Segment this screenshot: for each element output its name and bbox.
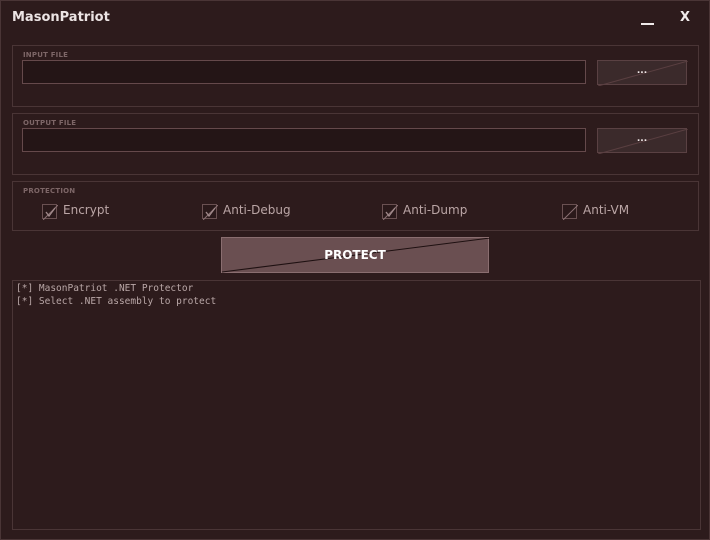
input-file-group: INPUT FILE ... bbox=[12, 45, 699, 107]
protect-button[interactable]: PROTECT bbox=[221, 237, 490, 273]
main-window: MasonPatriot X INPUT FILE ... OUTPUT FIL… bbox=[0, 0, 710, 540]
checkmark-icon bbox=[42, 204, 59, 221]
close-button[interactable]: X bbox=[672, 7, 698, 29]
log-line: [*] MasonPatriot .NET Protector bbox=[16, 283, 194, 294]
checkbox-anti-dump-label: Anti-Dump bbox=[403, 203, 468, 217]
checkmark-icon bbox=[382, 204, 399, 221]
protection-label: PROTECTION bbox=[23, 187, 76, 195]
checkbox-encrypt-label: Encrypt bbox=[63, 203, 110, 217]
input-file-path-field[interactable] bbox=[22, 60, 586, 84]
checkbox-diagonal-decoration bbox=[562, 204, 579, 221]
protect-button-label: PROTECT bbox=[324, 248, 386, 262]
input-file-browse-button[interactable]: ... bbox=[597, 60, 688, 86]
input-file-label: INPUT FILE bbox=[23, 51, 69, 59]
checkbox-box[interactable] bbox=[562, 204, 579, 221]
protection-group: PROTECTION Encrypt Anti-Debug Anti-Dump … bbox=[12, 181, 699, 231]
checkbox-anti-debug-label: Anti-Debug bbox=[223, 203, 291, 217]
output-file-group: OUTPUT FILE ... bbox=[12, 113, 699, 175]
checkmark-icon bbox=[202, 204, 219, 221]
log-line: [*] Select .NET assembly to protect bbox=[16, 296, 217, 307]
output-file-browse-label: ... bbox=[636, 134, 648, 144]
output-file-label: OUTPUT FILE bbox=[23, 119, 77, 127]
output-file-browse-button[interactable]: ... bbox=[597, 128, 688, 154]
title-bar[interactable]: MasonPatriot X bbox=[1, 1, 709, 35]
output-file-path-field[interactable] bbox=[22, 128, 586, 152]
window-title: MasonPatriot bbox=[12, 10, 110, 25]
log-output[interactable]: [*] MasonPatriot .NET Protector [*] Sele… bbox=[12, 280, 701, 530]
checkbox-anti-vm-label: Anti-VM bbox=[583, 203, 630, 217]
input-file-browse-label: ... bbox=[636, 66, 648, 76]
minimize-icon bbox=[641, 23, 654, 25]
checkbox-box[interactable] bbox=[202, 204, 219, 221]
checkbox-box[interactable] bbox=[42, 204, 59, 221]
checkbox-box[interactable] bbox=[382, 204, 399, 221]
minimize-button[interactable] bbox=[634, 7, 660, 29]
